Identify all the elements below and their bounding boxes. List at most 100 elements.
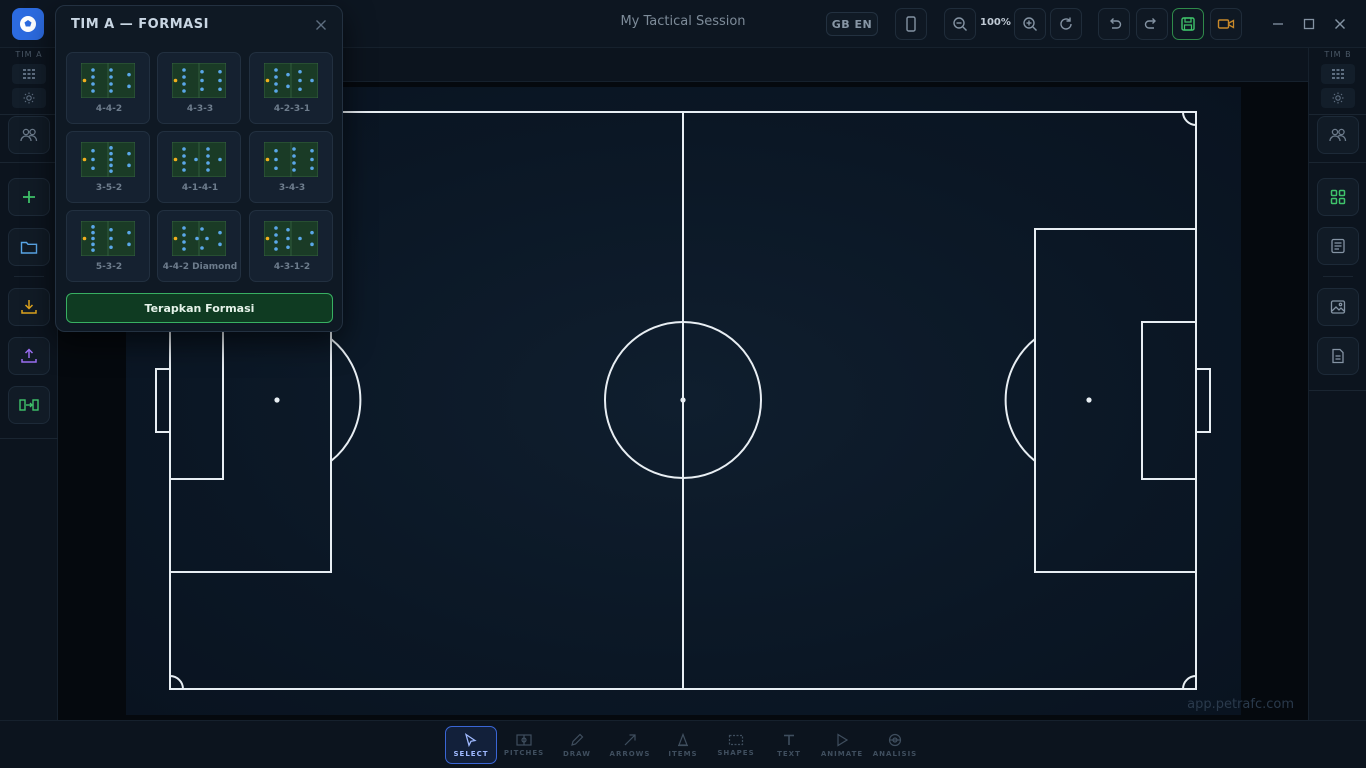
player-dot xyxy=(109,245,113,250)
player-dot xyxy=(206,147,210,151)
open-folder-button[interactable] xyxy=(8,228,50,266)
formation-card-4-3-1-2[interactable]: 4-3-1-2 xyxy=(249,210,333,282)
arrow-icon xyxy=(624,733,636,745)
formation-thumbnail xyxy=(264,63,318,98)
notes-button[interactable] xyxy=(1317,227,1359,265)
player-dot xyxy=(218,87,222,92)
record-button[interactable] xyxy=(1210,8,1242,40)
player-dot xyxy=(310,242,314,247)
language-button[interactable]: GB EN xyxy=(826,12,878,36)
goalkeeper-dot xyxy=(265,236,270,241)
player-dot xyxy=(91,75,95,79)
zoom-in-button[interactable] xyxy=(1014,8,1046,40)
tool-arrows[interactable]: ARROWS xyxy=(604,726,656,764)
formation-card-3-4-3[interactable]: 3-4-3 xyxy=(249,131,333,203)
formation-card-4-4-2[interactable]: 4-4-2 xyxy=(66,52,150,124)
formation-card-4-2-3-1[interactable]: 4-2-3-1 xyxy=(249,52,333,124)
tool-draw[interactable]: DRAW xyxy=(551,726,603,764)
player-dot xyxy=(286,84,290,89)
minimize-icon xyxy=(1273,23,1283,25)
player-dot xyxy=(91,242,95,247)
close-icon xyxy=(1335,19,1345,29)
export-document-button[interactable] xyxy=(1317,337,1359,375)
right-sidebar: TIM B xyxy=(1308,48,1366,720)
team-a-label: TIM A xyxy=(15,50,43,59)
formation-thumbnail xyxy=(81,142,135,177)
play-icon xyxy=(837,732,849,747)
tool-shapes[interactable]: SHAPES xyxy=(710,726,762,764)
plus-icon xyxy=(23,191,35,203)
layout-grid-button[interactable] xyxy=(1317,178,1359,216)
add-button[interactable] xyxy=(8,178,50,216)
tool-label: ARROWS xyxy=(609,749,651,758)
formation-thumbnail xyxy=(172,221,226,256)
player-dot xyxy=(286,227,290,232)
tool-animate[interactable]: ANIMATE xyxy=(816,726,868,764)
minimize-button[interactable] xyxy=(1266,12,1290,36)
player-dot xyxy=(182,154,186,158)
apply-formation-button[interactable]: Terapkan Formasi xyxy=(66,293,333,323)
player-dot xyxy=(292,168,296,172)
tool-label: DRAW xyxy=(562,749,592,758)
team-a-settings-button[interactable] xyxy=(12,88,46,108)
formation-name: 4-3-3 xyxy=(186,104,214,114)
player-dot xyxy=(109,157,113,162)
app-logo[interactable] xyxy=(12,8,44,40)
upload-button[interactable] xyxy=(8,337,50,375)
team-b-players-button[interactable] xyxy=(1317,116,1359,154)
export-image-button[interactable] xyxy=(1317,288,1359,326)
redo-icon xyxy=(1144,18,1156,29)
formation-card-4-3-3[interactable]: 4-3-3 xyxy=(157,52,241,124)
tool-select[interactable]: SELECT xyxy=(445,726,497,764)
session-title[interactable]: My Tactical Session xyxy=(560,14,806,29)
left-sidebar: TIM A xyxy=(0,48,58,720)
grid-dots-icon xyxy=(1332,69,1344,79)
formation-thumbnail xyxy=(81,63,135,98)
save-button[interactable] xyxy=(1172,8,1204,40)
close-popup-button[interactable] xyxy=(312,16,330,34)
team-a-players-button[interactable] xyxy=(8,116,50,154)
player-dot xyxy=(274,166,278,171)
players-group-icon xyxy=(1329,128,1347,142)
player-dot xyxy=(182,147,186,151)
zoom-out-button[interactable] xyxy=(944,8,976,40)
team-a-formation-button[interactable] xyxy=(12,64,46,84)
maximize-button[interactable] xyxy=(1297,12,1321,36)
undo-button[interactable] xyxy=(1098,8,1130,40)
formation-thumbnail xyxy=(172,63,226,98)
close-icon xyxy=(316,20,326,30)
formation-card-4-1-4-1[interactable]: 4-1-4-1 xyxy=(157,131,241,203)
tool-analisis[interactable]: ANALISIS xyxy=(869,726,921,764)
player-dot xyxy=(298,78,302,83)
player-dot xyxy=(91,248,95,252)
device-preview-button[interactable] xyxy=(895,8,927,40)
formation-card-4-4-2-diamond[interactable]: 4-4-2 Diamond xyxy=(157,210,241,282)
player-dot xyxy=(218,242,222,247)
popup-title: TIM A — FORMASI xyxy=(71,17,209,32)
redo-button[interactable] xyxy=(1136,8,1168,40)
swap-teams-button[interactable] xyxy=(8,386,50,424)
close-window-button[interactable] xyxy=(1328,12,1352,36)
team-b-settings-button[interactable] xyxy=(1321,88,1355,108)
reset-view-button[interactable] xyxy=(1050,8,1082,40)
player-dot xyxy=(205,236,209,241)
player-dot xyxy=(195,236,199,241)
sidebar-divider xyxy=(0,162,58,163)
player-dot xyxy=(274,68,278,72)
tool-text[interactable]: TEXT xyxy=(763,726,815,764)
player-dot xyxy=(109,82,113,86)
download-button[interactable] xyxy=(8,288,50,326)
player-dot xyxy=(182,161,186,165)
formation-card-3-5-2[interactable]: 3-5-2 xyxy=(66,131,150,203)
sidebar-divider xyxy=(1309,162,1366,163)
tool-pitches[interactable]: PITCHES xyxy=(498,726,550,764)
goalkeeper-dot xyxy=(82,157,87,162)
sidebar-divider xyxy=(1323,276,1353,277)
player-dot xyxy=(109,236,113,241)
team-b-formation-button[interactable] xyxy=(1321,64,1355,84)
sidebar-divider xyxy=(0,438,58,439)
formation-card-5-3-2[interactable]: 5-3-2 xyxy=(66,210,150,282)
goalkeeper-dot xyxy=(265,157,270,162)
tool-items[interactable]: ITEMS xyxy=(657,726,709,764)
player-dot xyxy=(182,233,186,237)
